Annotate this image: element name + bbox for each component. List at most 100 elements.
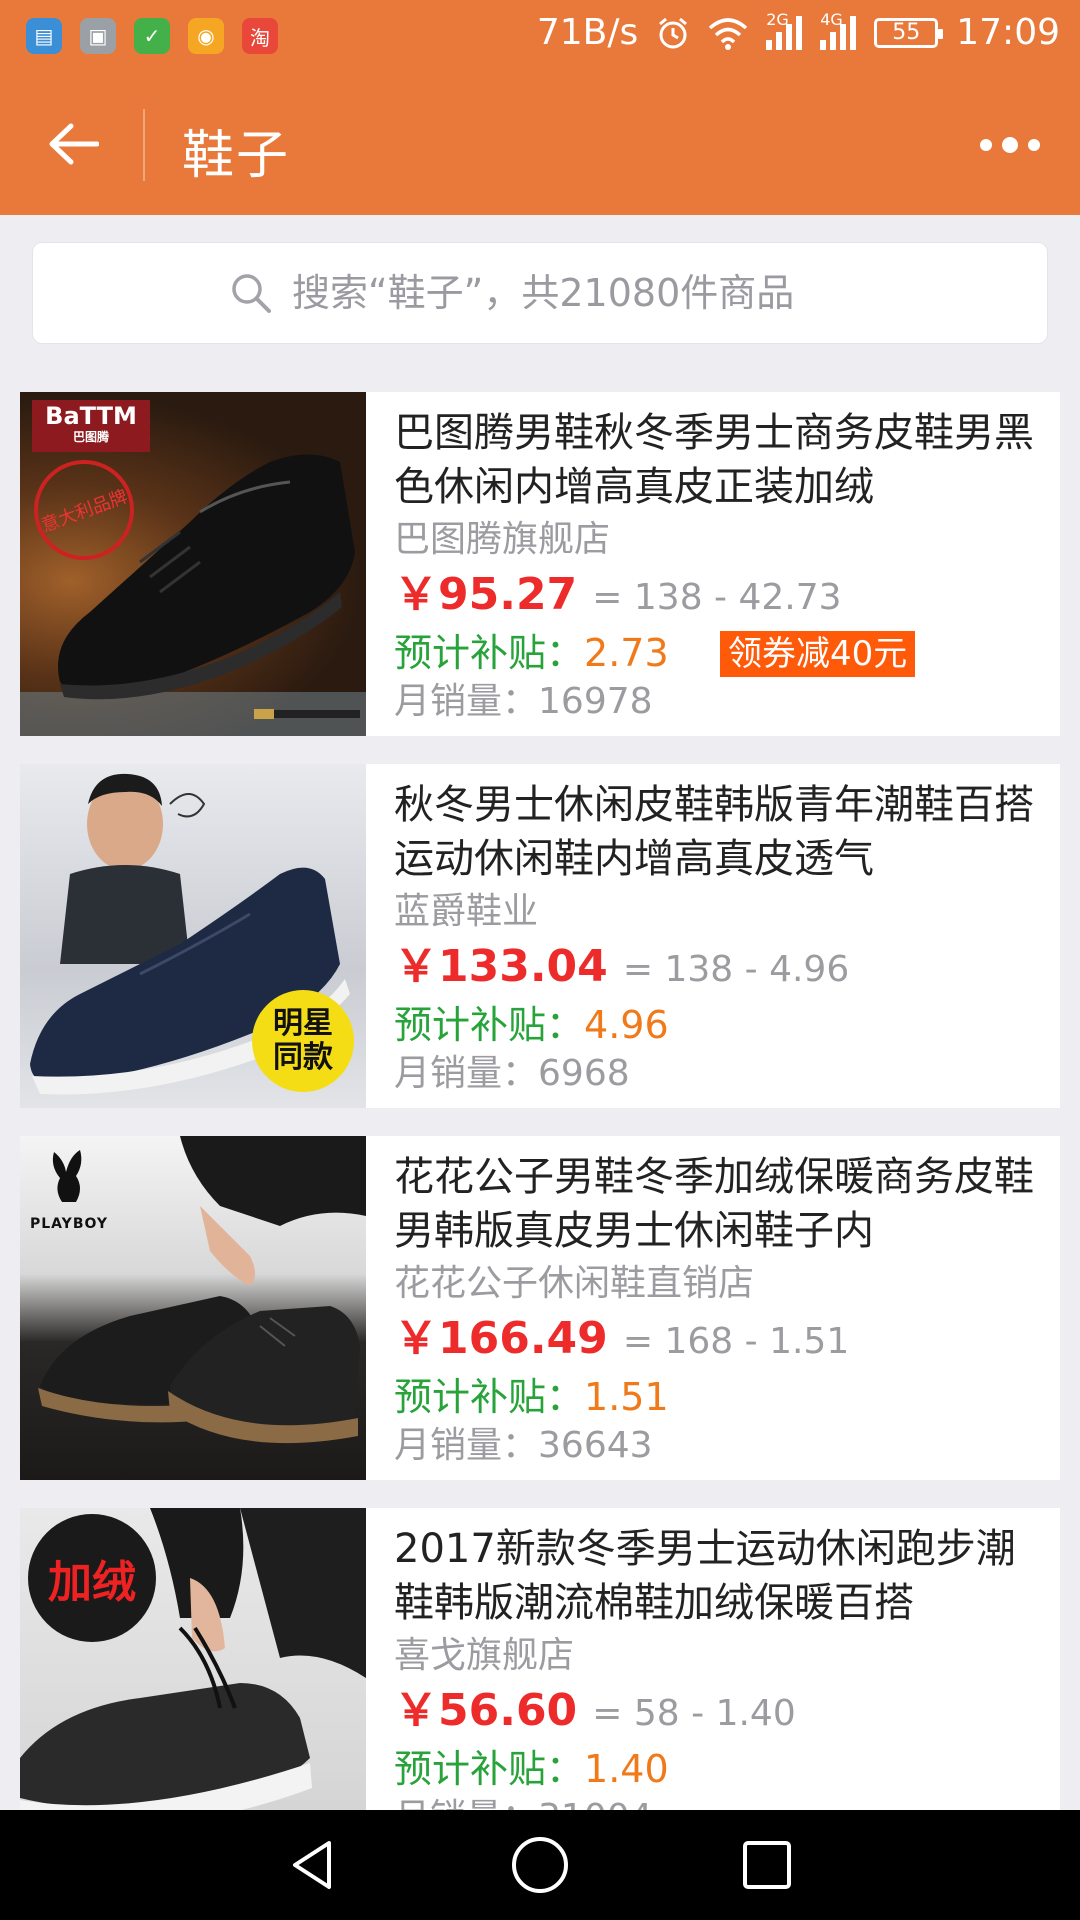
price-formula: = 168 - 1.51 — [622, 1321, 850, 1362]
monthly-sales: 月销量：16978 — [394, 677, 1040, 727]
product-info: 秋冬男士休闲皮鞋韩版青年潮鞋百搭运动休闲鞋内增高真皮透气 蓝爵鞋业 ￥133.0… — [366, 764, 1060, 1108]
sales-value: 16978 — [538, 681, 653, 722]
product-title[interactable]: 花花公子男鞋冬季加绒保暖商务皮鞋男韩版真皮男士休闲鞋子内 — [394, 1150, 1040, 1258]
sales-label: 月销量： — [394, 1797, 538, 1810]
status-bar: ▤ ▣ ✓ ◉ 淘 71B/s 2G 4G 55 17:09 — [0, 0, 1080, 73]
coupon-badge[interactable]: 领券减40元 — [720, 631, 916, 677]
sales-label: 月销量： — [394, 681, 539, 722]
signal-2g-label: 2G — [766, 9, 789, 29]
product-info: 花花公子男鞋冬季加绒保暖商务皮鞋男韩版真皮男士休闲鞋子内 花花公子休闲鞋直销店 … — [366, 1136, 1060, 1480]
search-bar[interactable] — [32, 242, 1048, 344]
shoe-illustration — [38, 1136, 366, 1444]
price-formula: = 138 - 4.96 — [622, 949, 850, 990]
back-button[interactable] — [40, 111, 106, 177]
product-title[interactable]: 秋冬男士休闲皮鞋韩版青年潮鞋百搭运动休闲鞋内增高真皮透气 — [394, 778, 1040, 886]
more-dots-icon — [980, 139, 992, 151]
notification-icons: ▤ ▣ ✓ ◉ 淘 — [26, 18, 278, 54]
product-card[interactable]: 加绒 2017新款冬季男士运动休闲跑步潮鞋韩版潮流棉鞋加绒保暖百搭 喜戈旗舰店 … — [20, 1508, 1060, 1810]
product-card[interactable]: 明星同款 秋冬男士休闲皮鞋韩版青年潮鞋百搭运动休闲鞋内增高真皮透气 蓝爵鞋业 ￥… — [20, 764, 1060, 1108]
monthly-sales: 月销量：6968 — [394, 1049, 1040, 1099]
nav-recents-button[interactable] — [727, 1825, 807, 1905]
more-button[interactable] — [970, 117, 1050, 173]
alarm-icon — [659, 17, 688, 48]
product-info: 巴图腾男鞋秋冬季男士商务皮鞋男黑色休闲内增高真皮正装加绒 巴图腾旗舰店 ￥95.… — [366, 392, 1060, 736]
celebrity-badge: 明星同款 — [252, 990, 354, 1092]
nav-home-button[interactable] — [500, 1825, 580, 1905]
more-dot — [1028, 139, 1040, 151]
product-image[interactable]: BaTTM 巴图腾 意大利品牌 — [20, 392, 366, 736]
shop-name[interactable]: 花花公子休闲鞋直销店 — [394, 1260, 1040, 1308]
subsidy-label: 预计补贴： — [394, 1747, 585, 1791]
security-app-icon: ✓ — [134, 18, 170, 54]
subsidy-row: 预计补贴：1.40 — [394, 1745, 1040, 1793]
monthly-sales: 月销量：36643 — [394, 1421, 1040, 1471]
battery-level: 55 — [892, 20, 921, 45]
battery-icon: 55 — [874, 17, 944, 48]
gallery-app-icon: ▣ — [80, 18, 116, 54]
notification-app-icon: ▤ — [26, 18, 62, 54]
product-price: ￥133.04 — [394, 941, 608, 992]
price-formula: = 138 - 42.73 — [592, 577, 842, 618]
sales-value: 36643 — [538, 1425, 653, 1466]
product-price: ￥95.27 — [394, 569, 578, 620]
price-formula: = 58 - 1.40 — [592, 1693, 796, 1734]
subsidy-row: 预计补贴：1.51 — [394, 1373, 1040, 1421]
shoe-illustration — [20, 454, 366, 736]
celebrity-badge-text: 明星同款 — [273, 1006, 333, 1075]
subsidy-value: 4.96 — [584, 1003, 669, 1047]
subsidy-label: 预计补贴： — [394, 1375, 585, 1419]
search-input[interactable] — [290, 270, 850, 316]
price-row: ￥133.04 = 138 - 4.96 — [394, 942, 1040, 1001]
product-price: ￥166.49 — [394, 1313, 608, 1364]
search-icon — [232, 274, 271, 313]
circle-home-icon — [511, 1837, 568, 1893]
signal-2g-icon: 2G — [766, 10, 803, 50]
navigation-bar — [0, 1810, 1080, 1920]
triangle-back-icon — [293, 1841, 332, 1889]
product-title[interactable]: 巴图腾男鞋秋冬季男士商务皮鞋男黑色休闲内增高真皮正装加绒 — [394, 406, 1040, 514]
price-row: ￥56.60 = 58 - 1.40 — [394, 1686, 1040, 1745]
sales-value: 6968 — [538, 1053, 630, 1094]
shopping-app-icon: ◉ — [188, 18, 224, 54]
signal-4g-icon: 4G — [820, 10, 857, 50]
header-divider — [143, 109, 145, 181]
nav-back-button[interactable] — [273, 1825, 353, 1905]
page-title: 鞋子 — [182, 126, 291, 186]
square-recents-icon — [742, 1841, 791, 1889]
price-row: ￥95.27 = 138 - 42.73 — [394, 570, 1040, 629]
subsidy-row: 预计补贴：4.96 — [394, 1001, 1040, 1049]
monthly-sales: 月销量：31004 — [394, 1793, 1040, 1810]
shop-name[interactable]: 蓝爵鞋业 — [394, 888, 1040, 936]
arrow-left-icon — [49, 123, 99, 165]
sales-label: 月销量： — [394, 1053, 539, 1094]
subsidy-value: 1.40 — [584, 1747, 669, 1791]
product-image[interactable]: 加绒 — [20, 1508, 366, 1810]
price-row: ￥166.49 = 168 - 1.51 — [394, 1314, 1040, 1373]
signal-4g-label: 4G — [820, 9, 843, 29]
taobao-app-icon: 淘 — [242, 18, 278, 54]
net-speed: 71B/s — [536, 12, 639, 53]
product-price: ￥56.60 — [394, 1685, 578, 1736]
shop-name[interactable]: 喜戈旗舰店 — [394, 1632, 1040, 1680]
clock: 17:09 — [956, 12, 1060, 53]
product-image[interactable]: 明星同款 — [20, 764, 366, 1108]
product-card[interactable]: BaTTM 巴图腾 意大利品牌 巴图腾男鞋秋冬季男士商务皮鞋男黑色休闲内增高真皮… — [20, 392, 1060, 736]
shoe-illustration — [20, 1508, 366, 1810]
shop-name[interactable]: 巴图腾旗舰店 — [394, 516, 1040, 564]
product-image[interactable]: PLAYBOY — [20, 1136, 366, 1480]
product-card[interactable]: PLAYBOY 花花公子男鞋冬季加绒保暖商务皮鞋男韩版真皮男士休闲鞋子内 花花公… — [20, 1136, 1060, 1480]
subsidy-value: 1.51 — [584, 1375, 669, 1419]
wifi-icon — [709, 17, 748, 50]
subsidy-value: 2.73 — [584, 631, 669, 675]
product-info: 2017新款冬季男士运动休闲跑步潮鞋韩版潮流棉鞋加绒保暖百搭 喜戈旗舰店 ￥56… — [366, 1508, 1060, 1810]
more-dot — [1002, 137, 1018, 153]
subsidy-label: 预计补贴： — [394, 631, 585, 675]
subsidy-row: 预计补贴：2.73 领券减40元 — [394, 629, 1040, 677]
product-list: BaTTM 巴图腾 意大利品牌 巴图腾男鞋秋冬季男士商务皮鞋男黑色休闲内增高真皮… — [20, 392, 1060, 1810]
product-title[interactable]: 2017新款冬季男士运动休闲跑步潮鞋韩版潮流棉鞋加绒保暖百搭 — [394, 1522, 1040, 1630]
status-indicators: 71B/s 2G 4G 55 17:09 — [536, 10, 1060, 54]
app-header: 鞋子 — [0, 73, 1080, 215]
subsidy-label: 预计补贴： — [394, 1003, 585, 1047]
sales-value: 31004 — [538, 1797, 653, 1810]
sales-label: 月销量： — [394, 1425, 539, 1466]
